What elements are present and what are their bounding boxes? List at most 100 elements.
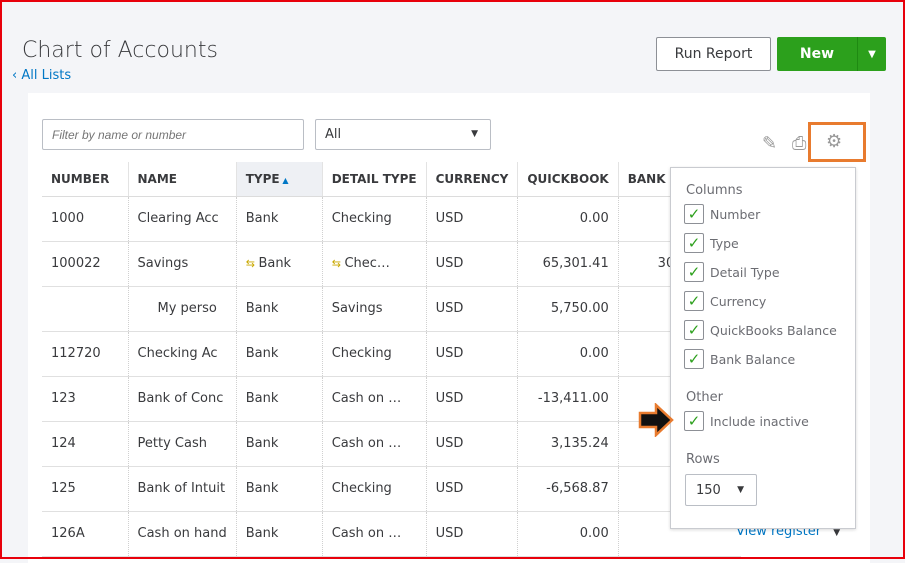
- table-row[interactable]: 125 Bank of Intuit Bank Checking USD -6,568.8…: [42, 466, 742, 512]
- column-header-quickbook[interactable]: QUICKBOOK: [517, 162, 619, 197]
- new-button-group: New ▼: [777, 37, 886, 71]
- cell-type: ⇆ Bank: [235, 241, 323, 287]
- new-button[interactable]: New: [777, 37, 857, 71]
- cell-number: 100022: [42, 241, 128, 287]
- column-header-number[interactable]: NUMBER: [42, 162, 128, 197]
- cell-name: Cash on hand: [127, 511, 237, 557]
- columns-heading: Columns: [686, 183, 743, 198]
- filter-input[interactable]: [42, 119, 304, 150]
- column-header-currency[interactable]: CURRENCY: [425, 162, 518, 197]
- cell-detail: Checking: [321, 466, 427, 512]
- column-checkbox-quickbooks-balance[interactable]: ✓ QuickBooks Balance: [684, 320, 837, 340]
- include-inactive-checkbox[interactable]: ✓ Include inactive: [684, 411, 809, 431]
- cell-detail: Cash on …: [321, 376, 427, 422]
- cell-detail: ⇆ Chec…: [321, 241, 427, 287]
- sort-ascending-icon: ▲: [279, 175, 289, 185]
- print-icon[interactable]: ⎙: [792, 133, 806, 154]
- cell-detail: Cash on …: [321, 421, 427, 467]
- cell-name: Bank of Intuit: [127, 466, 237, 512]
- column-checkbox-currency[interactable]: ✓ Currency: [684, 291, 766, 311]
- cell-detail: Cash on …: [321, 511, 427, 557]
- column-checkbox-number[interactable]: ✓ Number: [684, 204, 760, 224]
- pencil-icon[interactable]: ✎: [762, 133, 777, 154]
- cell-name: Savings: [127, 241, 237, 287]
- cell-qb: 0.00: [517, 511, 619, 557]
- column-header-type[interactable]: TYPE ▲: [235, 162, 323, 197]
- cell-type: Bank: [235, 286, 323, 332]
- cell-type: Bank: [235, 376, 323, 422]
- checkmark-icon: ✓: [684, 411, 704, 431]
- table-row[interactable]: 124 Petty Cash Bank Cash on … USD 3,135.24: [42, 421, 742, 467]
- cell-currency: USD: [425, 196, 518, 242]
- new-dropdown-caret-icon[interactable]: ▼: [857, 37, 886, 71]
- caret-down-icon[interactable]: ▼: [833, 528, 840, 538]
- cell-currency: USD: [425, 466, 518, 512]
- cell-number: 124: [42, 421, 128, 467]
- cell-detail: Checking: [321, 331, 427, 377]
- cell-currency: USD: [425, 241, 518, 287]
- all-lists-link[interactable]: ‹ All Lists: [12, 68, 71, 83]
- cell-number: 112720: [42, 331, 128, 377]
- checkmark-icon: ✓: [684, 320, 704, 340]
- cell-name: Checking Ac: [127, 331, 237, 377]
- table-row[interactable]: My perso Bank Savings USD 5,750.00: [42, 286, 742, 332]
- accounts-table: NUMBER NAME TYPE ▲ DETAIL TYPE CURRENCY QUICK…: [42, 162, 742, 557]
- cell-detail: Checking: [321, 196, 427, 242]
- cell-number: 125: [42, 466, 128, 512]
- cell-detail: Savings: [321, 286, 427, 332]
- page-title: Chart of Accounts: [22, 38, 218, 63]
- cell-name: Bank of Conc: [127, 376, 237, 422]
- rows-select[interactable]: 150 ▼: [685, 474, 757, 506]
- run-report-button[interactable]: Run Report: [656, 37, 771, 71]
- column-checkbox-type[interactable]: ✓ Type: [684, 233, 739, 253]
- bank-feed-icon: ⇆: [245, 257, 259, 270]
- type-filter-select[interactable]: All ▼: [315, 119, 491, 150]
- table-row[interactable]: 1000 Clearing Acc Bank Checking USD 0.00: [42, 196, 742, 242]
- cell-currency: USD: [425, 331, 518, 377]
- cell-name: My perso: [127, 286, 237, 332]
- cell-number: [42, 286, 128, 332]
- cell-currency: USD: [425, 511, 518, 557]
- bank-feed-icon: ⇆: [331, 257, 345, 270]
- caret-down-icon: ▼: [471, 129, 478, 139]
- cell-type: Bank: [235, 331, 323, 377]
- cell-qb: 0.00: [517, 331, 619, 377]
- cell-number: 123: [42, 376, 128, 422]
- chevron-left-icon: ‹: [12, 68, 22, 83]
- table-row[interactable]: 100022Savings⇆ Bank⇆ Chec…USD65,301.4130…: [42, 241, 742, 287]
- cell-type: Bank: [235, 511, 323, 557]
- cell-qb: -6,568.87: [517, 466, 619, 512]
- cell-currency: USD: [425, 421, 518, 467]
- cell-number: 1000: [42, 196, 128, 242]
- checkmark-icon: ✓: [684, 291, 704, 311]
- column-checkbox-detail-type[interactable]: ✓ Detail Type: [684, 262, 780, 282]
- caret-down-icon: ▼: [737, 485, 744, 495]
- checkmark-icon: ✓: [684, 262, 704, 282]
- settings-panel: Columns ✓ Number ✓ Type ✓ Detail Type ✓ Currenc…: [670, 167, 856, 529]
- cell-type: Bank: [235, 196, 323, 242]
- table-row[interactable]: 112720 Checking Ac Bank Checking USD 0.00: [42, 331, 742, 377]
- other-heading: Other: [686, 390, 723, 405]
- cell-type: Bank: [235, 466, 323, 512]
- column-header-detail-type[interactable]: DETAIL TYPE: [321, 162, 427, 197]
- checkmark-icon: ✓: [684, 204, 704, 224]
- cell-qb: 3,135.24: [517, 421, 619, 467]
- gear-highlight-box: [808, 122, 866, 162]
- cell-currency: USD: [425, 376, 518, 422]
- column-checkbox-bank-balance[interactable]: ✓ Bank Balance: [684, 349, 795, 369]
- table-row[interactable]: 126A Cash on hand Bank Cash on … USD 0.00: [42, 511, 742, 557]
- pointer-arrow-icon: [638, 403, 674, 437]
- cell-number: 126A: [42, 511, 128, 557]
- cell-qb: 0.00: [517, 196, 619, 242]
- cell-currency: USD: [425, 286, 518, 332]
- checkmark-icon: ✓: [684, 349, 704, 369]
- cell-type: Bank: [235, 421, 323, 467]
- cell-qb: 5,750.00: [517, 286, 619, 332]
- rows-heading: Rows: [686, 452, 720, 467]
- checkmark-icon: ✓: [684, 233, 704, 253]
- cell-name: Clearing Acc: [127, 196, 237, 242]
- table-row[interactable]: 123 Bank of Conc Bank Cash on … USD -13,411.0…: [42, 376, 742, 422]
- column-header-name[interactable]: NAME: [127, 162, 237, 197]
- cell-qb: -13,411.00: [517, 376, 619, 422]
- cell-name: Petty Cash: [127, 421, 237, 467]
